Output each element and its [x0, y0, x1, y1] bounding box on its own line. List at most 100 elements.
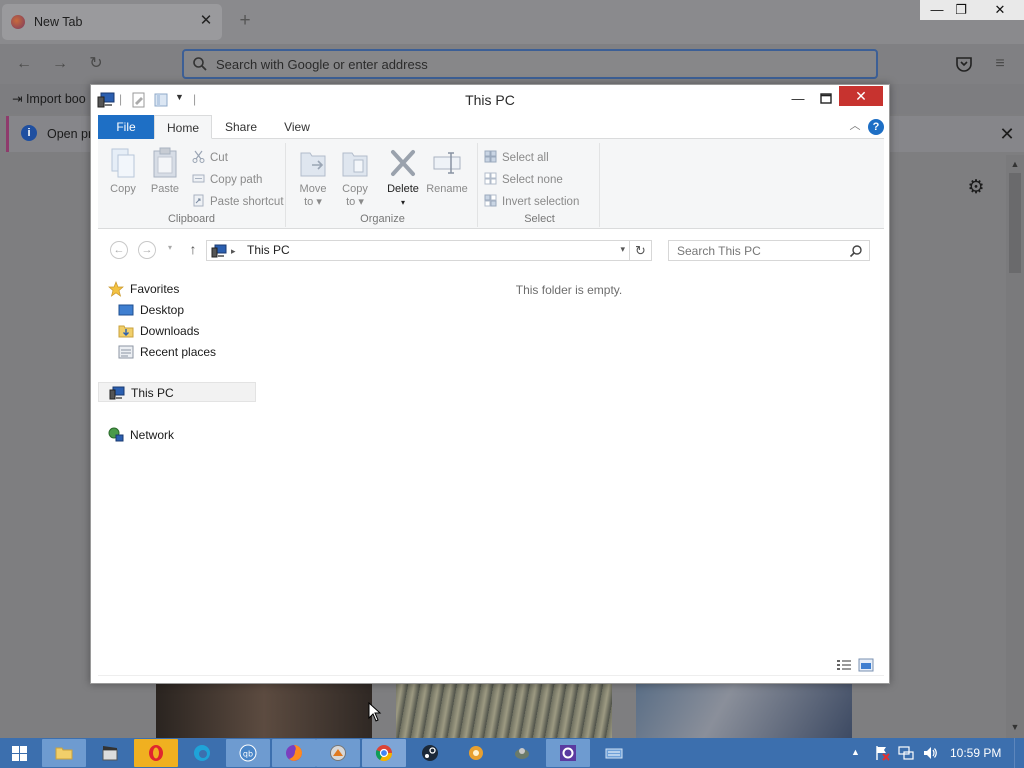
select-group-label: Select — [524, 213, 555, 225]
reload-icon[interactable]: ↻ — [86, 54, 106, 74]
up-button[interactable]: ↑ — [186, 240, 200, 258]
explorer-close-button[interactable]: ✕ — [839, 86, 883, 106]
taskbar-opera[interactable] — [134, 739, 178, 767]
taskbar-firefox[interactable] — [272, 739, 316, 767]
paste-shortcut-label: Paste shortcut — [210, 196, 284, 208]
import-bookmarks-link[interactable]: ⇥ Import boo — [12, 91, 86, 106]
pocket-icon[interactable] — [955, 56, 973, 72]
scissors-icon — [192, 150, 205, 163]
menu-icon[interactable]: ≡ — [990, 54, 1010, 74]
file-list-area[interactable]: This folder is empty. — [264, 267, 882, 657]
copy-path-button[interactable]: Copy path — [192, 171, 262, 189]
network-tray-icon[interactable] — [898, 745, 914, 761]
explorer-minimize-button[interactable]: — — [787, 89, 809, 109]
status-bar-divider — [98, 675, 884, 676]
taskbar-edge[interactable] — [180, 739, 224, 767]
select-all-label: Select all — [502, 152, 549, 164]
news-thumbnail[interactable] — [156, 684, 372, 738]
taskbar-settings-app[interactable] — [546, 739, 590, 767]
paste-shortcut-button[interactable]: Paste shortcut — [192, 193, 284, 211]
show-desktop-button[interactable] — [1014, 738, 1024, 768]
taskbar-app-orange[interactable] — [454, 739, 498, 767]
recent-locations-dropdown-icon[interactable]: ▾ — [168, 243, 178, 255]
ribbon-collapse-icon[interactable]: ︿ — [848, 119, 862, 133]
forward-arrow-icon[interactable]: → — [50, 54, 70, 74]
computer-icon — [211, 244, 227, 258]
copy-to-label-2: to ▾ — [346, 196, 364, 208]
nav-item-this-pc[interactable]: This PC — [98, 382, 256, 402]
select-all-button[interactable]: Select all — [484, 149, 549, 167]
ribbon-tabs: File Home Share View ︿ ? — [98, 115, 884, 139]
taskbar-media-app[interactable] — [88, 739, 132, 767]
rename-button[interactable]: Rename — [426, 147, 468, 207]
nav-label: Recent places — [140, 345, 217, 359]
taskbar-app-tool[interactable] — [500, 739, 544, 767]
nav-label: Network — [130, 428, 175, 442]
tray-overflow-icon[interactable]: ▲ — [851, 747, 860, 757]
tab-home[interactable]: Home — [154, 115, 212, 139]
delete-x-icon — [391, 150, 415, 176]
nav-label: Downloads — [140, 324, 200, 338]
cut-button[interactable]: Cut — [192, 149, 228, 167]
address-dropdown-icon[interactable]: ▾ — [620, 244, 625, 255]
taskbar-app-qb[interactable]: qb — [226, 739, 270, 767]
page-scrollbar[interactable]: ▲ ▼ — [1006, 155, 1024, 738]
scroll-down-arrow-icon[interactable]: ▼ — [1009, 721, 1021, 733]
address-bar[interactable]: ▸ This PC ▾ — [206, 240, 630, 261]
news-thumbnail[interactable] — [636, 684, 852, 738]
address-row: ← → ▾ ↑ ▸ This PC ▾ ↻ Search This PC — [98, 233, 884, 263]
clapper-icon — [102, 746, 118, 761]
delete-button[interactable]: Delete ▾ — [382, 147, 424, 207]
tool-icon — [515, 748, 529, 759]
breadcrumb-separator-icon[interactable]: ▸ — [231, 244, 236, 258]
help-icon[interactable]: ? — [868, 119, 884, 135]
taskbar-keyboard-app[interactable] — [592, 739, 636, 767]
breadcrumb-this-pc[interactable]: This PC — [247, 243, 290, 257]
delete-dropdown-icon[interactable]: ▾ — [382, 196, 424, 209]
info-close-icon[interactable]: ✕ — [995, 122, 1019, 146]
browser-restore-button[interactable]: ❐ — [944, 0, 978, 20]
browser-close-button[interactable]: ✕ — [976, 0, 1024, 20]
windows-logo-icon — [12, 746, 27, 761]
explorer-maximize-button[interactable] — [815, 89, 837, 109]
network-icon — [108, 427, 124, 442]
tab-share[interactable]: Share — [218, 115, 264, 139]
tab-file[interactable]: File — [98, 115, 154, 139]
copy-path-label: Copy path — [210, 174, 263, 186]
url-bar[interactable]: Search with Google or enter address — [182, 49, 878, 79]
new-tab-button[interactable]: + — [236, 10, 254, 32]
back-arrow-icon[interactable]: ← — [14, 54, 34, 74]
scrollbar-thumb[interactable] — [1009, 173, 1021, 273]
copy-button[interactable]: Copy — [102, 147, 144, 207]
search-icon — [193, 57, 207, 71]
invert-selection-icon — [484, 194, 497, 207]
volume-icon[interactable] — [922, 745, 938, 761]
browser-tab-new-tab[interactable]: New Tab ✕ — [2, 4, 222, 40]
explorer-titlebar: | ▼ | This PC — ✕ — [91, 85, 889, 115]
large-icons-view-icon[interactable] — [858, 658, 874, 672]
start-button[interactable] — [0, 738, 40, 768]
refresh-button[interactable]: ↻ — [630, 240, 652, 261]
clock[interactable]: 10:59 PM — [950, 746, 1001, 760]
back-button[interactable]: ← — [110, 241, 128, 259]
scroll-up-arrow-icon[interactable]: ▲ — [1009, 158, 1021, 170]
forward-button[interactable]: → — [138, 241, 156, 259]
tab-close-icon[interactable]: ✕ — [198, 12, 214, 30]
paste-button[interactable]: Paste — [144, 147, 186, 207]
taskbar-chrome[interactable] — [362, 739, 406, 767]
news-thumbnail[interactable] — [396, 684, 612, 738]
rename-label: Rename — [426, 183, 468, 195]
invert-selection-button[interactable]: Invert selection — [484, 193, 579, 211]
tab-view[interactable]: View — [274, 115, 320, 139]
select-none-button[interactable]: Select none — [484, 171, 563, 189]
flag-alert-icon[interactable] — [874, 745, 890, 761]
copy-to-button[interactable]: Copy to ▾ — [334, 147, 376, 208]
gear-icon[interactable]: ⚙ — [965, 177, 987, 199]
taskbar-steam[interactable] — [408, 739, 452, 767]
taskbar-file-explorer[interactable] — [42, 739, 86, 767]
details-view-icon[interactable] — [836, 658, 852, 672]
taskbar-app-disk[interactable] — [316, 739, 360, 767]
firefox-icon — [11, 15, 25, 29]
move-to-button[interactable]: Move to ▾ — [292, 147, 334, 208]
search-input[interactable]: Search This PC — [668, 240, 870, 261]
